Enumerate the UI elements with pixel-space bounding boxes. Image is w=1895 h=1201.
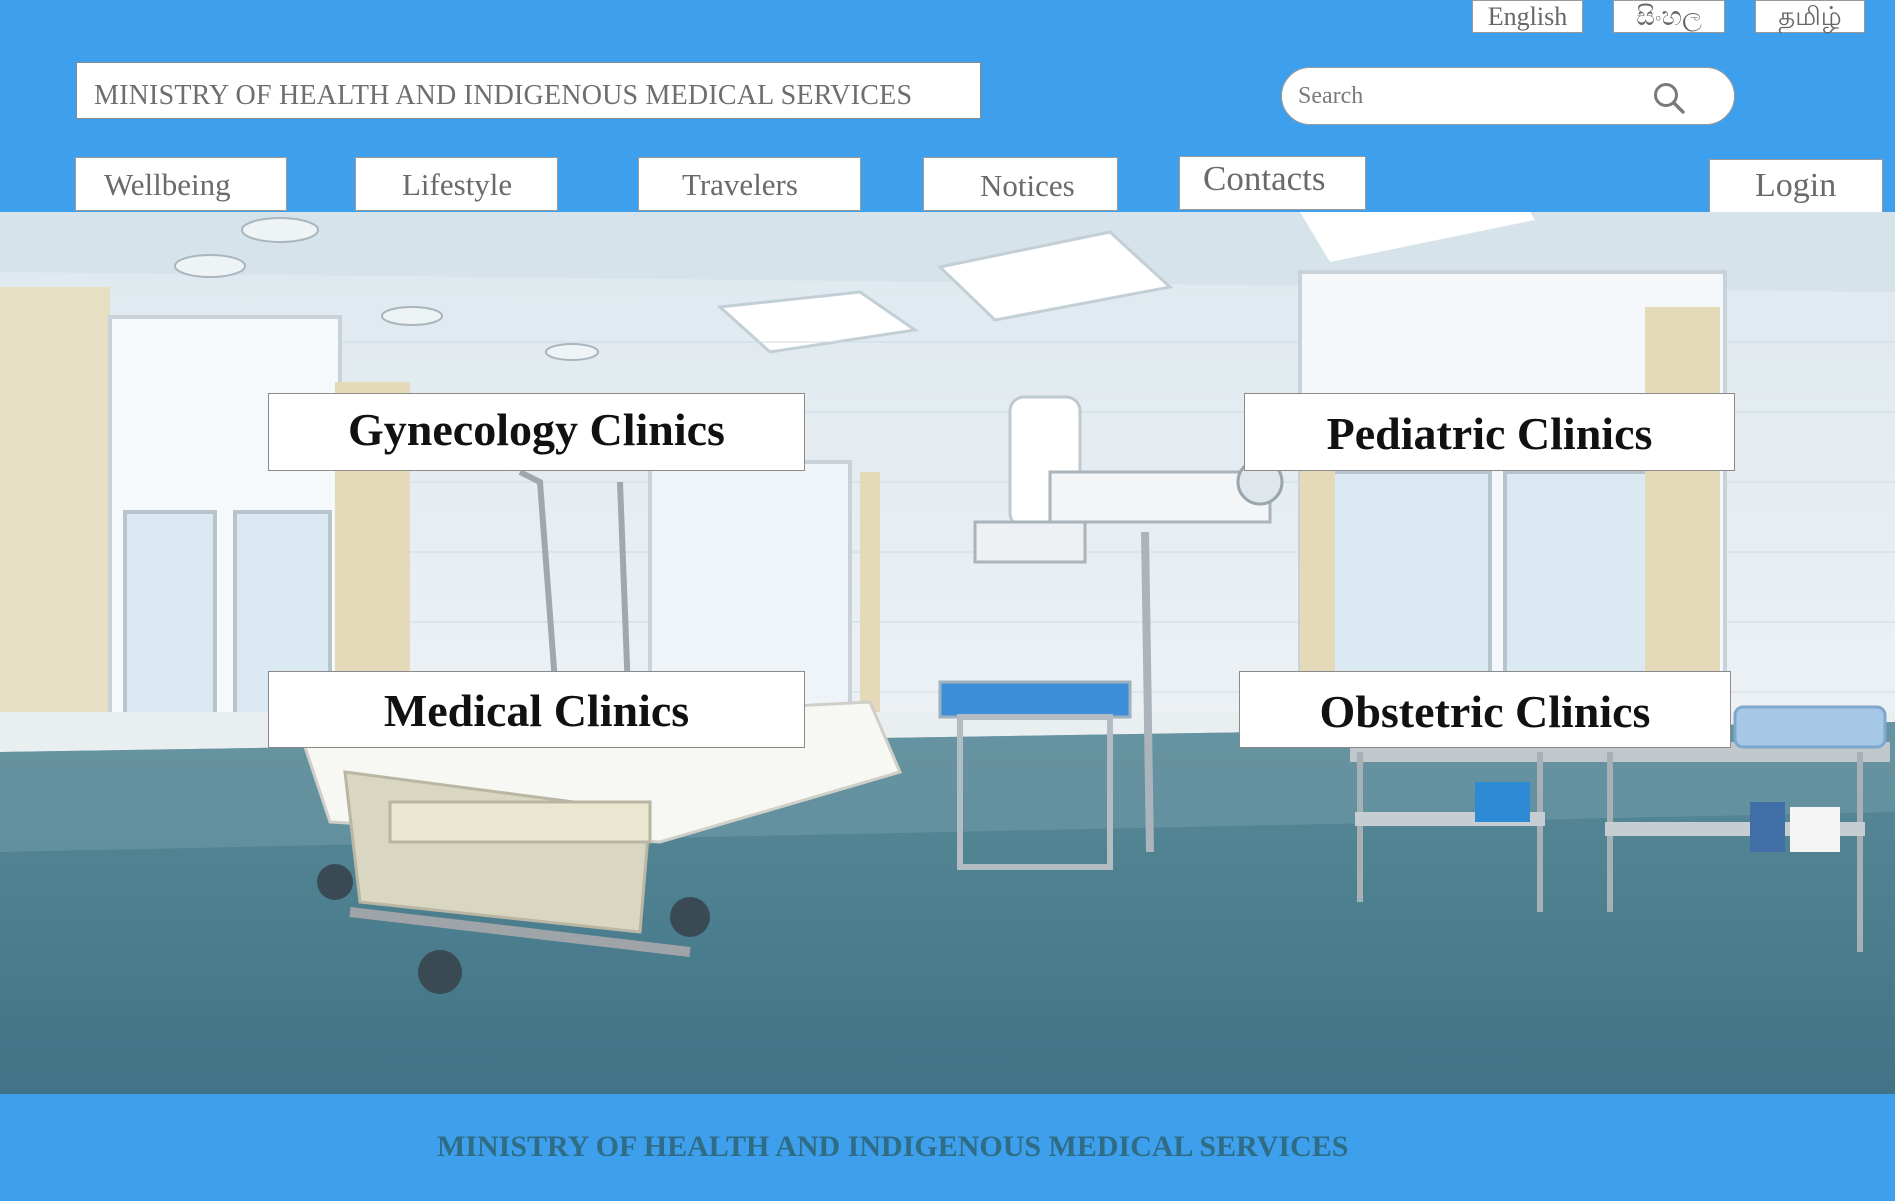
nav-notices[interactable]: Notices (923, 157, 1118, 211)
login-button[interactable]: Login (1709, 159, 1883, 213)
search-bar (1281, 67, 1735, 125)
nav-notices-label: Notices (980, 168, 1075, 203)
ministry-title-box: MINISTRY OF HEALTH AND INDIGENOUS MEDICA… (76, 62, 981, 119)
obstetric-clinics-button[interactable]: Obstetric Clinics (1239, 671, 1731, 748)
nav-contacts-label: Contacts (1203, 159, 1326, 198)
footer: MINISTRY OF HEALTH AND INDIGENOUS MEDICA… (0, 1094, 1895, 1201)
nav-lifestyle[interactable]: Lifestyle (355, 157, 558, 211)
footer-title: MINISTRY OF HEALTH AND INDIGENOUS MEDICA… (437, 1130, 1349, 1163)
language-english-button[interactable]: English (1472, 0, 1583, 33)
nav-wellbeing[interactable]: Wellbeing (75, 157, 287, 211)
medical-clinics-button[interactable]: Medical Clinics (268, 671, 805, 748)
language-tamil-button[interactable]: தமிழ் (1755, 0, 1865, 33)
hospital-room-illustration (0, 212, 1895, 1094)
ministry-title: MINISTRY OF HEALTH AND INDIGENOUS MEDICA… (94, 80, 913, 111)
nav-contacts[interactable]: Contacts (1179, 156, 1366, 210)
language-sinhala-button[interactable]: සිංහල (1613, 0, 1725, 33)
header: English සිංහල தமிழ் MINISTRY OF HEALTH A… (0, 0, 1895, 213)
hospital-room-image: Gynecology Clinics Pediatric Clinics Med… (0, 212, 1895, 1094)
nav-travelers[interactable]: Travelers (638, 157, 861, 211)
search-icon[interactable] (1652, 81, 1686, 115)
nav-wellbeing-label: Wellbeing (104, 167, 231, 202)
nav-travelers-label: Travelers (682, 167, 798, 202)
gynecology-clinics-button[interactable]: Gynecology Clinics (268, 393, 805, 471)
login-label: Login (1755, 167, 1837, 204)
pediatric-clinics-button[interactable]: Pediatric Clinics (1244, 393, 1735, 471)
nav-lifestyle-label: Lifestyle (402, 167, 513, 202)
search-input[interactable] (1298, 80, 1638, 112)
